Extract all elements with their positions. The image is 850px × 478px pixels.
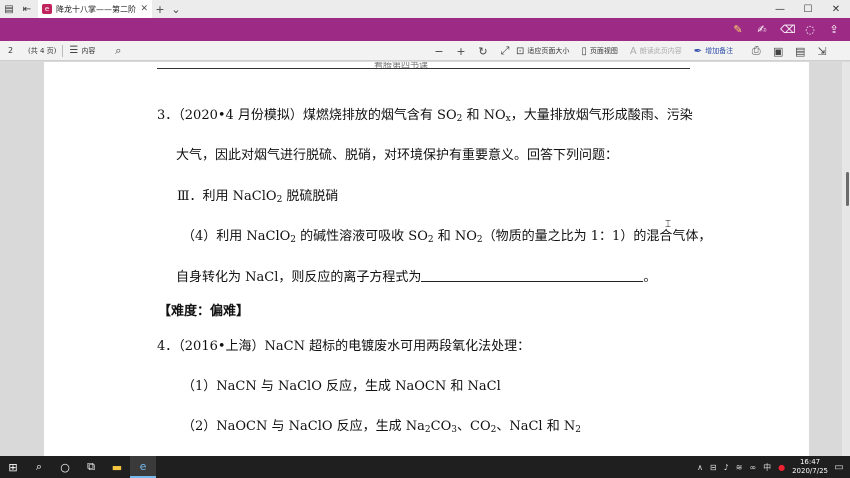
lasso-icon[interactable]: ◌: [804, 23, 816, 36]
fit-page-button[interactable]: ⊡ 适应页面大小: [516, 46, 569, 57]
page-header-text: 看腾第四书课: [374, 62, 429, 71]
minimize-icon[interactable]: —: [766, 0, 794, 18]
windows-start-icon[interactable]: ⊞: [0, 456, 26, 478]
divider: [62, 44, 64, 57]
active-tab[interactable]: e 降龙十八掌——第二阶( ✕: [38, 0, 152, 18]
cortana-icon[interactable]: ○: [52, 456, 78, 478]
page-number-input[interactable]: 2: [4, 44, 26, 58]
maximize-icon[interactable]: ☐: [794, 0, 822, 18]
vertical-scrollbar[interactable]: [842, 62, 850, 456]
pdf-app-icon: e: [42, 4, 52, 14]
zoom-in-icon[interactable]: +: [450, 45, 472, 58]
read-aloud-icon: A: [629, 45, 637, 57]
pdf-page: 看腾第四书课 3．（2020•4 月份模拟）煤燃烧排放的烟气含有 SO2 和 N…: [44, 62, 809, 456]
q4-line-1: 4．（2016•上海）NaCN 超标的电镀废水可用两段氧化法处理：: [157, 339, 531, 354]
network-icon[interactable]: ⊟: [710, 463, 717, 472]
tab-list-chevron-icon[interactable]: ⌄: [168, 0, 184, 18]
eraser-icon[interactable]: ⌫: [780, 23, 796, 36]
header-rule: [157, 68, 690, 69]
share-icon[interactable]: ⇪: [828, 23, 840, 36]
list-icon: ☰: [69, 45, 79, 56]
search-icon[interactable]: ⌕: [107, 44, 129, 58]
contents-button[interactable]: ☰ 内容: [69, 45, 95, 56]
q3-line-3: Ⅲ．利用 NaClO2 脱硫脱硝: [177, 189, 339, 205]
fullscreen-icon[interactable]: ⤢: [494, 44, 516, 58]
save-as-icon[interactable]: ▤: [789, 45, 811, 58]
set-aside-tabs-icon[interactable]: ⇤: [18, 0, 36, 18]
fit-page-icon: ⊡: [516, 45, 525, 57]
q3-line-1: 3．（2020•4 月份模拟）煤燃烧排放的烟气含有 SO2 和 NOx，大量排放…: [157, 108, 693, 124]
pen-icon: ✒: [693, 45, 703, 57]
q3-line-2: 大气，因此对烟气进行脱硫、脱硝，对环境保护有重要意义。回答下列问题：: [176, 148, 619, 163]
tab-title: 降龙十八掌——第二阶(: [56, 4, 137, 14]
close-tab-icon[interactable]: ✕: [140, 4, 148, 14]
ime-indicator[interactable]: 中: [763, 462, 771, 473]
tab-actions-icon[interactable]: ▤: [0, 0, 18, 18]
title-bar: ▤ ⇤ e 降龙十八掌——第二阶( ✕ + ⌄ — ☐ ✕: [0, 0, 850, 18]
page-count: (共 4 页): [28, 46, 57, 55]
volume-icon[interactable]: ♪: [724, 463, 729, 472]
pdf-toolbar: 2 (共 4 页) ☰ 内容 ⌕ − + ↻ ⤢ ⊡ 适应页面大小 ▯ 页面视图…: [0, 41, 850, 61]
taskbar: ⊞ ⌕ ○ ⧉ ▬ e ∧ ⊟ ♪ ≋ ∞ 中 ● 16:47 2020/7/2…: [0, 456, 850, 478]
antivirus-icon[interactable]: ●: [778, 463, 785, 472]
clock[interactable]: 16:47 2020/7/25: [792, 458, 828, 476]
text-highlight-icon[interactable]: ✍: [756, 23, 768, 36]
edge-browser-icon[interactable]: e: [130, 456, 156, 478]
page-view-button[interactable]: ▯ 页面视图: [581, 46, 618, 57]
answer-blank: [421, 270, 644, 282]
show-hidden-icons-chevron-icon[interactable]: ∧: [697, 463, 703, 472]
link-icon[interactable]: ∞: [749, 463, 756, 472]
rotate-icon[interactable]: ↻: [472, 45, 494, 58]
zoom-out-icon[interactable]: −: [428, 45, 450, 58]
toolbar-right-group: − + ↻ ⤢ ⊡ 适应页面大小 ▯ 页面视图 A 朗读此页内容 ✒ 增加备注 …: [428, 41, 833, 61]
page-view-icon: ▯: [581, 45, 587, 57]
text-cursor-icon: ⌶: [665, 219, 671, 230]
search-icon[interactable]: ⌕: [26, 456, 52, 478]
pin-icon[interactable]: ⇲: [811, 45, 833, 58]
window-controls: — ☐ ✕: [766, 0, 850, 18]
notification-center-icon[interactable]: ▭: [832, 456, 846, 478]
add-note-button[interactable]: ✒ 增加备注: [694, 46, 733, 57]
ink-ribbon: ✎ ✍ ⌫ ◌ ⇪: [0, 18, 850, 41]
wifi-icon[interactable]: ≋: [736, 463, 743, 472]
print-icon[interactable]: ⎙: [745, 44, 767, 58]
new-tab-icon[interactable]: +: [152, 0, 168, 18]
highlighter-icon[interactable]: ✎: [732, 23, 744, 36]
save-icon[interactable]: ▣: [767, 45, 789, 58]
close-window-icon[interactable]: ✕: [822, 0, 850, 18]
q3-line-4: （4）利用 NaClO2 的碱性溶液可吸收 SO2 和 NO2（物质的量之比为 …: [182, 229, 712, 245]
read-aloud-button[interactable]: A 朗读此页内容: [630, 46, 682, 57]
difficulty-label: 【难度：偏难】: [158, 304, 250, 319]
file-explorer-icon[interactable]: ▬: [104, 456, 130, 478]
q3-line-5: 自身转化为 NaCl，则反应的离子方程式为。: [176, 270, 657, 285]
q4-line-3: （2）NaOCN 与 NaClO 反应，生成 Na2CO3、CO2、NaCl 和…: [182, 419, 581, 435]
system-tray: ∧ ⊟ ♪ ≋ ∞ 中 ● 16:47 2020/7/25: [697, 456, 828, 478]
task-view-icon[interactable]: ⧉: [78, 456, 104, 478]
scrollbar-thumb[interactable]: [846, 172, 849, 206]
q4-line-2: （1）NaCN 与 NaClO 反应，生成 NaOCN 和 NaCl: [182, 379, 501, 394]
